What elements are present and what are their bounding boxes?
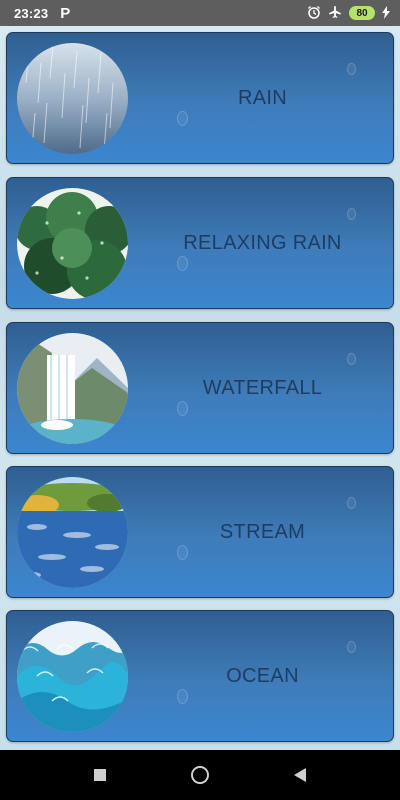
sound-card-relaxing-rain[interactable]: RELAXING RAIN	[6, 177, 394, 309]
waterfall-thumbnail	[17, 333, 128, 444]
home-button[interactable]	[184, 759, 216, 791]
ocean-thumbnail	[17, 621, 128, 732]
sound-label-waterfall: WATERFALL	[202, 376, 323, 399]
sound-card-ocean[interactable]: OCEAN	[6, 610, 394, 742]
status-bar: 23:23 P 80	[0, 0, 400, 26]
recents-square-icon	[94, 769, 106, 781]
back-button[interactable]	[284, 759, 316, 791]
sound-label-ocean: OCEAN	[226, 664, 299, 687]
lightning-icon	[382, 5, 390, 21]
sound-card-stream[interactable]: STREAM	[6, 466, 394, 598]
back-triangle-icon	[294, 768, 306, 782]
sound-label-stream: STREAM	[219, 520, 306, 543]
sound-card-waterfall[interactable]: WATERFALL	[6, 322, 394, 454]
airplane-mode-icon	[328, 5, 342, 21]
sound-label-relaxing-rain: RELAXING RAIN	[183, 231, 342, 254]
rain-thumbnail	[17, 43, 128, 154]
status-time: 23:23	[14, 5, 49, 21]
recents-button[interactable]	[84, 759, 116, 791]
status-icons: 80	[307, 5, 390, 21]
sound-label-rain: RAIN	[238, 86, 287, 109]
relaxing-rain-thumbnail	[17, 188, 128, 299]
alarm-clock-icon	[307, 5, 321, 21]
stream-thumbnail	[17, 477, 128, 588]
navigation-bar	[0, 750, 400, 800]
sound-card-rain[interactable]: RAIN	[6, 32, 394, 164]
battery-indicator: 80	[349, 6, 375, 20]
home-circle-icon	[191, 766, 209, 784]
sound-list: RAIN RELAXING RAIN WATERFALL STREAM OCEA…	[0, 26, 400, 750]
parking-app-icon: P	[60, 4, 71, 22]
